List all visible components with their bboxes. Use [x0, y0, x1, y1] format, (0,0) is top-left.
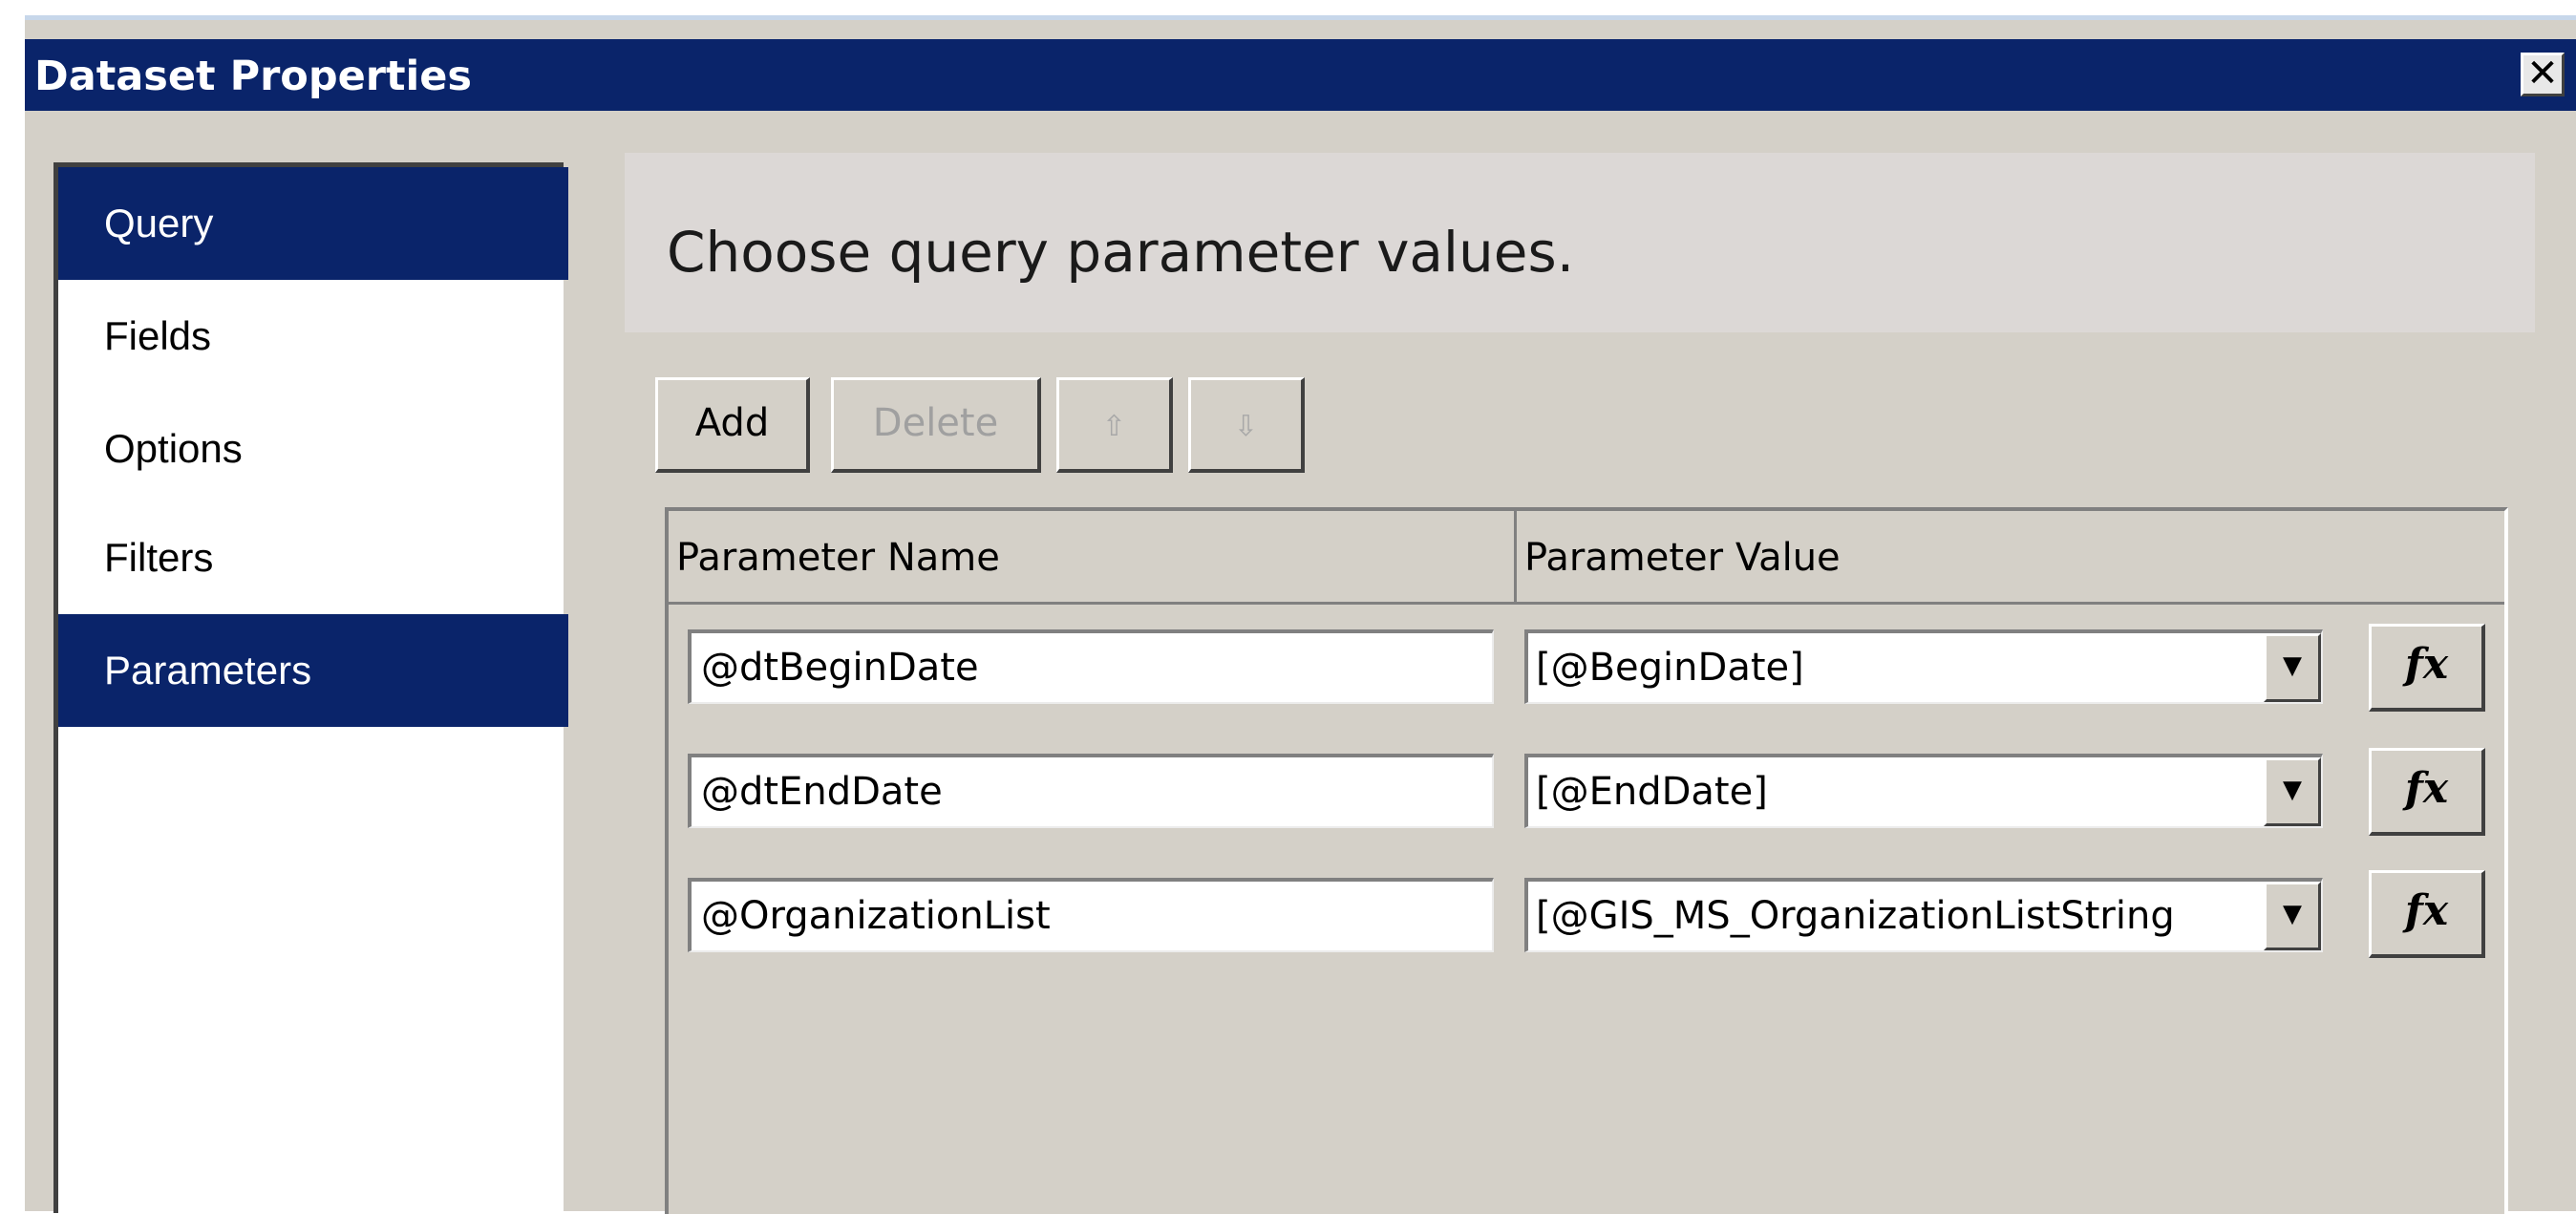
nav-item-query[interactable]: Query	[58, 167, 568, 280]
parameter-value-dropdown[interactable]: [@GIS_MS_OrganizationListString ▼	[1524, 878, 2323, 952]
nav-item-fields[interactable]: Fields	[58, 280, 568, 393]
parameter-name-field[interactable]: @dtBeginDate	[688, 629, 1494, 704]
page-heading: Choose query parameter values.	[667, 220, 1575, 285]
delete-button-label: Delete	[872, 401, 999, 445]
column-header-parameter-value[interactable]: Parameter Value	[1517, 511, 2504, 605]
parameter-value-text: [@BeginDate]	[1536, 646, 1804, 690]
add-button-label: Add	[694, 401, 770, 445]
chevron-down-icon[interactable]: ▼	[2264, 633, 2321, 702]
function-icon: fx	[2404, 764, 2449, 813]
parameter-name-field[interactable]: @dtEndDate	[688, 754, 1494, 828]
page-header: Choose query parameter values.	[625, 153, 2535, 332]
nav-item-options[interactable]: Options	[58, 393, 568, 505]
expression-button[interactable]: fx	[2369, 870, 2485, 958]
dialog-title: Dataset Properties	[34, 53, 473, 100]
chevron-down-icon[interactable]: ▼	[2264, 882, 2321, 950]
nav-item-label: Fields	[104, 313, 212, 358]
nav-item-label: Filters	[104, 535, 214, 580]
close-button[interactable]: ✕	[2521, 53, 2565, 96]
nav-item-label: Query	[104, 201, 214, 245]
expression-button[interactable]: fx	[2369, 624, 2485, 712]
delete-button[interactable]: Delete	[831, 377, 1041, 473]
close-icon: ✕	[2526, 52, 2559, 96]
column-header-parameter-name[interactable]: Parameter Name	[669, 511, 1517, 605]
nav-item-label: Options	[104, 426, 243, 471]
nav-item-parameters[interactable]: Parameters	[58, 614, 568, 727]
parameter-name-field[interactable]: @OrganizationList	[688, 878, 1494, 952]
dataset-properties-dialog: Dataset Properties ✕ Query Fields Option…	[25, 15, 2576, 1214]
expression-button[interactable]: fx	[2369, 748, 2485, 836]
parameter-value-text: [@GIS_MS_OrganizationListString	[1536, 894, 2175, 938]
title-bar[interactable]: Dataset Properties ✕	[25, 39, 2576, 111]
arrow-down-icon: ⇩	[1233, 410, 1259, 443]
chevron-down-icon[interactable]: ▼	[2264, 757, 2321, 826]
parameter-value-dropdown[interactable]: [@BeginDate] ▼	[1524, 629, 2323, 704]
nav-item-label: Parameters	[104, 648, 312, 692]
move-down-button[interactable]: ⇩	[1188, 377, 1305, 473]
function-icon: fx	[2404, 640, 2449, 689]
add-button[interactable]: Add	[655, 377, 810, 473]
column-header-label: Parameter Value	[1524, 536, 1841, 580]
arrow-up-icon: ⇧	[1101, 410, 1127, 443]
function-icon: fx	[2404, 886, 2449, 935]
page-navigation: Query Fields Options Filters Parameters	[53, 162, 568, 1213]
parameter-value-text: [@EndDate]	[1536, 770, 1768, 814]
dialog-body: Query Fields Options Filters Parameters …	[25, 111, 2576, 1214]
column-header-label: Parameter Name	[676, 536, 1000, 580]
parameter-value-dropdown[interactable]: [@EndDate] ▼	[1524, 754, 2323, 828]
nav-item-filters[interactable]: Filters	[58, 501, 568, 614]
parameters-grid: Parameter Name Parameter Value @dtBeginD…	[665, 507, 2508, 1214]
move-up-button[interactable]: ⇧	[1056, 377, 1173, 473]
